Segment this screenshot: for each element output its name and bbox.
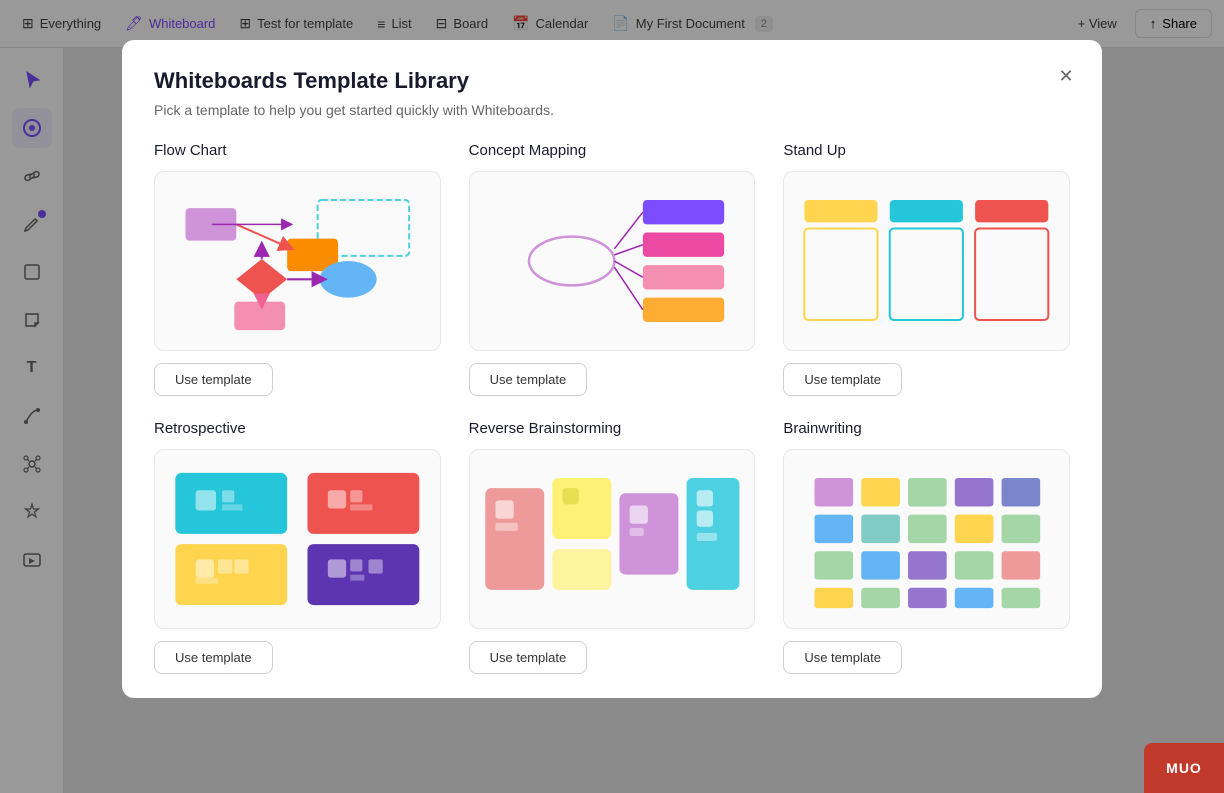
use-template-standup[interactable]: Use template [783,363,902,396]
modal-header: Whiteboards Template Library Pick a temp… [122,40,1102,134]
use-template-retro[interactable]: Use template [154,641,273,674]
template-library-modal: Whiteboards Template Library Pick a temp… [122,40,1102,698]
template-preview-retro [154,449,441,629]
use-template-brainstorm[interactable]: Use template [469,641,588,674]
template-name-standup: Stand Up [783,142,1070,159]
template-preview-concept [469,171,756,351]
template-grid: Flow Chart [154,142,1070,674]
template-item-flowchart: Flow Chart [154,142,441,396]
modal-subtitle: Pick a template to help you get started … [154,102,1070,118]
modal-title: Whiteboards Template Library [154,68,1070,94]
muo-label: MUO [1166,760,1202,776]
template-name-flowchart: Flow Chart [154,142,441,159]
muo-watermark: MUO [1144,743,1224,793]
template-preview-brainstorm [469,449,756,629]
template-preview-flowchart [154,171,441,351]
template-item-brainstorm: Reverse Brainstorming [469,420,756,674]
modal-overlay: Whiteboards Template Library Pick a temp… [0,0,1224,793]
template-item-retro: Retrospective [154,420,441,674]
use-template-brainwriting[interactable]: Use template [783,641,902,674]
use-template-flowchart[interactable]: Use template [154,363,273,396]
template-name-concept: Concept Mapping [469,142,756,159]
modal-body: Flow Chart [122,134,1102,698]
template-item-standup: Stand Up [783,142,1070,396]
template-item-concept: Concept Mapping [469,142,756,396]
use-template-concept[interactable]: Use template [469,363,588,396]
template-preview-standup [783,171,1070,351]
template-name-retro: Retrospective [154,420,441,437]
template-preview-brainwriting [783,449,1070,629]
template-name-brainwriting: Brainwriting [783,420,1070,437]
template-item-brainwriting: Brainwriting [783,420,1070,674]
modal-close-button[interactable]: ✕ [1050,60,1082,92]
template-name-brainstorm: Reverse Brainstorming [469,420,756,437]
